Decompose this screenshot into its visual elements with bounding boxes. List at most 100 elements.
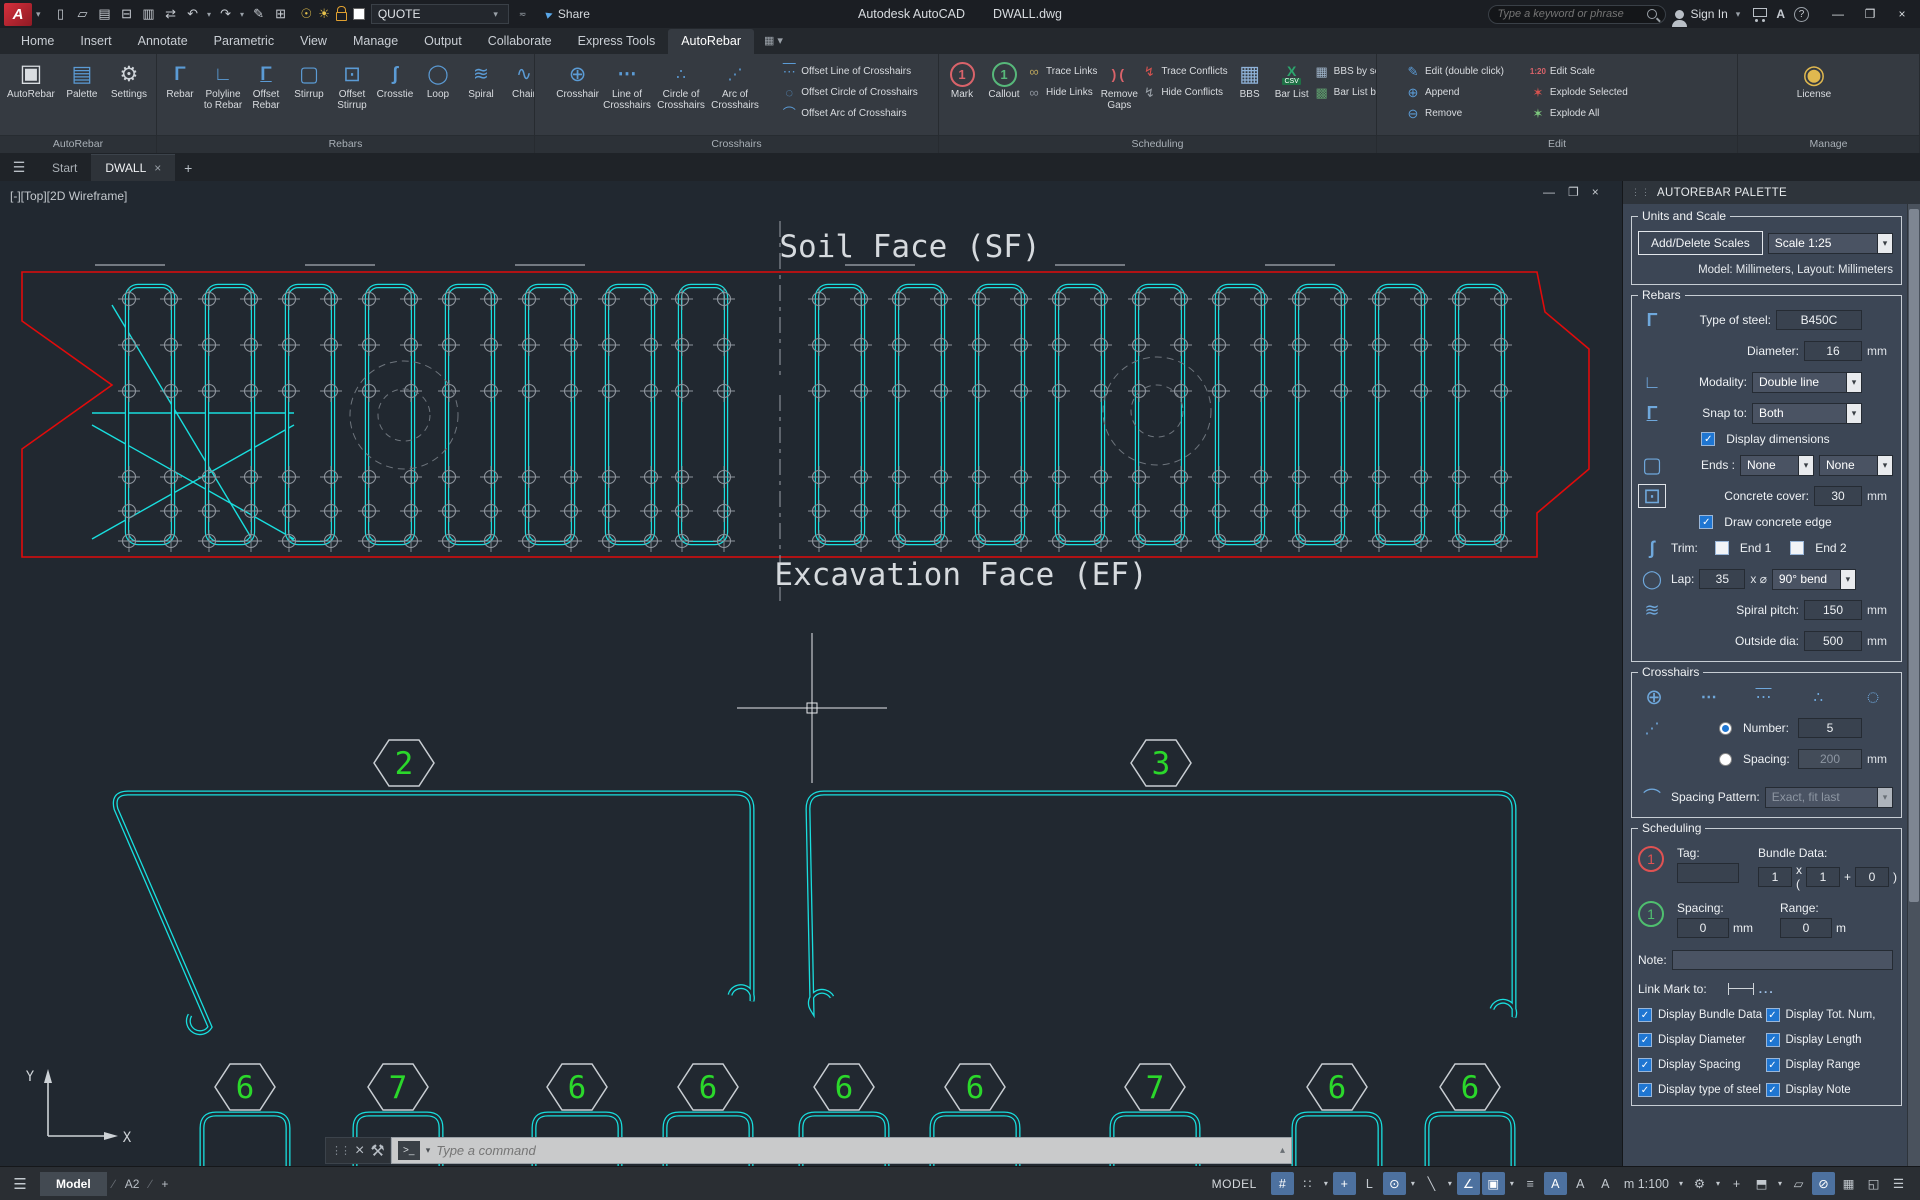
command-line[interactable]: ⋮⋮ × ⚒ >_ ▾ ▴ bbox=[325, 1137, 1292, 1164]
mark-icon[interactable]: 1 bbox=[1638, 846, 1664, 872]
ribbon-button[interactable]: Offset Arc of Crosshairs bbox=[781, 105, 918, 122]
spiral-icon[interactable] bbox=[1638, 598, 1666, 622]
offset-line-of-crosshairs-icon[interactable] bbox=[1750, 685, 1778, 709]
snap-mode-icon[interactable]: ∷ bbox=[1296, 1172, 1319, 1195]
display-option-checkbox[interactable] bbox=[1766, 1083, 1780, 1097]
ribbon-button[interactable]: Rebar bbox=[159, 56, 201, 135]
polar-caret-icon[interactable]: ▾ bbox=[1408, 1172, 1418, 1195]
recent-commands-icon[interactable]: >_ bbox=[398, 1141, 420, 1160]
ribbon-button[interactable]: Explode Selected bbox=[1530, 84, 1628, 101]
display-option-checkbox[interactable] bbox=[1638, 1008, 1652, 1022]
lighting-icon[interactable]: ☉ bbox=[301, 6, 313, 22]
palette-grip-icon[interactable]: ⋮⋮ bbox=[1631, 187, 1651, 198]
offset-stirrup-icon[interactable] bbox=[1638, 484, 1666, 508]
ribbon-button[interactable]: Mark bbox=[941, 56, 983, 135]
schedule-spacing-input[interactable] bbox=[1677, 918, 1729, 938]
ribbon-button[interactable]: Arc of Crosshairs bbox=[708, 56, 762, 135]
isodraft-icon[interactable]: ╲ bbox=[1420, 1172, 1443, 1195]
ribbon-button[interactable]: AutoRebar bbox=[6, 56, 56, 135]
ribbon-button[interactable]: Append bbox=[1405, 84, 1504, 101]
layout-menu-icon[interactable]: ☰ bbox=[0, 1175, 40, 1193]
display-option-checkbox[interactable] bbox=[1638, 1033, 1652, 1047]
object-snap-3d-icon[interactable]: ▣ bbox=[1482, 1172, 1505, 1195]
search-field[interactable] bbox=[1488, 5, 1666, 24]
drag-handle-icon[interactable]: ⋮⋮ bbox=[331, 1144, 349, 1157]
number-input[interactable] bbox=[1798, 718, 1862, 738]
display-option-checkbox[interactable] bbox=[1638, 1058, 1652, 1072]
ribbon-tab[interactable]: View bbox=[287, 29, 340, 54]
isolate-objects-icon[interactable]: ▱ bbox=[1787, 1172, 1810, 1195]
outside-dia-input[interactable] bbox=[1804, 631, 1862, 651]
type-of-steel-input[interactable] bbox=[1776, 310, 1862, 330]
bend-select[interactable]: 90° bend bbox=[1772, 569, 1856, 590]
workspace-caret-icon[interactable]: ▾ bbox=[1713, 1172, 1723, 1195]
autodesk-assistant-icon[interactable]: A bbox=[1776, 7, 1785, 21]
layout-icon[interactable]: ⊞ bbox=[271, 4, 291, 24]
scale-select[interactable]: Scale 1:25 bbox=[1768, 233, 1893, 254]
ribbon-button[interactable]: Loop bbox=[417, 56, 459, 135]
help-icon[interactable]: ? bbox=[1794, 7, 1809, 22]
lineweight-icon[interactable]: ≡ bbox=[1519, 1172, 1542, 1195]
ribbon-button[interactable]: Settings bbox=[108, 56, 150, 135]
ribbon-button[interactable]: Line of Crosshairs bbox=[600, 56, 654, 135]
ribbon-button[interactable]: Edit Scale bbox=[1530, 63, 1628, 80]
ribbon-button[interactable]: Bar List by selection bbox=[1314, 84, 1377, 101]
restore-button[interactable]: ❐ bbox=[1854, 0, 1886, 28]
note-input[interactable] bbox=[1672, 950, 1893, 970]
lap-input[interactable] bbox=[1699, 569, 1745, 589]
ribbon-tab[interactable]: Output bbox=[411, 29, 475, 54]
diameter-input[interactable] bbox=[1804, 341, 1862, 361]
display-option-checkbox[interactable] bbox=[1766, 1058, 1780, 1072]
annotation-scale-control[interactable]: m 1:100 bbox=[1619, 1172, 1674, 1195]
ribbon-tab[interactable]: Express Tools bbox=[565, 29, 669, 54]
new-file-icon[interactable]: ▯ bbox=[51, 4, 71, 24]
ribbon-button[interactable]: Spiral bbox=[460, 56, 502, 135]
line-of-crosshairs-icon[interactable] bbox=[1695, 685, 1723, 709]
new-tab-button[interactable]: + bbox=[175, 155, 201, 181]
crosshair-icon[interactable] bbox=[1640, 685, 1668, 709]
ribbon-tab[interactable]: Home bbox=[8, 29, 67, 54]
loop-icon[interactable] bbox=[1638, 567, 1666, 591]
store-cart-icon[interactable] bbox=[1753, 8, 1767, 17]
display-option-checkbox[interactable] bbox=[1766, 1033, 1780, 1047]
ribbon-button[interactable]: Trace Conflicts bbox=[1141, 63, 1227, 80]
close-command-icon[interactable]: × bbox=[355, 1142, 364, 1160]
scrollbar-thumb[interactable] bbox=[1909, 209, 1919, 902]
cad-drawing[interactable]: Soil Face (SF)Excavation Face (EF)236766… bbox=[0, 181, 1622, 1166]
add-delete-scales-button[interactable]: Add/Delete Scales bbox=[1638, 231, 1763, 255]
polyline-to-rebar-icon[interactable] bbox=[1638, 370, 1666, 394]
ribbon-button[interactable]: BBS bbox=[1229, 56, 1271, 135]
ribbon-button[interactable]: Circle of Crosshairs bbox=[654, 56, 708, 135]
graphics-performance-icon[interactable]: ▦ bbox=[1837, 1172, 1860, 1195]
bundle-count-input[interactable] bbox=[1758, 867, 1792, 887]
stirrup-icon[interactable] bbox=[1638, 453, 1666, 477]
ribbon-button[interactable]: Trace Links bbox=[1026, 63, 1097, 80]
display-option-checkbox[interactable] bbox=[1638, 1083, 1652, 1097]
display-option-checkbox[interactable] bbox=[1766, 1008, 1780, 1022]
ribbon-button[interactable]: Offset Line of Crosshairs bbox=[781, 63, 918, 80]
selection-cycling-icon[interactable]: A bbox=[1544, 1172, 1567, 1195]
hardware-acceleration-icon[interactable]: ⊘ bbox=[1812, 1172, 1835, 1195]
arc-of-crosshairs-icon[interactable] bbox=[1638, 716, 1666, 740]
ribbon-button[interactable]: Bar List bbox=[1271, 56, 1313, 135]
sheet-pencil-icon[interactable]: ✎ bbox=[249, 4, 269, 24]
snap-to-select[interactable]: Both bbox=[1752, 403, 1862, 424]
ribbon-tab[interactable]: Insert bbox=[67, 29, 124, 54]
tab-model[interactable]: Model bbox=[40, 1172, 107, 1196]
search-input[interactable] bbox=[1497, 8, 1647, 20]
model-space-badge[interactable]: MODEL bbox=[1200, 1177, 1269, 1191]
snap-caret-icon[interactable]: ▾ bbox=[1321, 1172, 1331, 1195]
workspace-select[interactable]: QUOTE ▾ bbox=[371, 4, 509, 24]
logo-caret-icon[interactable]: ▾ bbox=[32, 9, 45, 20]
annotation-autoscale-icon[interactable]: A bbox=[1594, 1172, 1617, 1195]
concrete-cover-input[interactable] bbox=[1814, 486, 1862, 506]
bundle-bars-input[interactable] bbox=[1806, 867, 1840, 887]
ribbon-button[interactable]: Stirrup bbox=[288, 56, 330, 135]
scale-caret-icon[interactable]: ▾ bbox=[1676, 1172, 1686, 1195]
workspace-switching-icon[interactable]: ⚙ bbox=[1688, 1172, 1711, 1195]
modality-select[interactable]: Double line bbox=[1752, 372, 1862, 393]
menu-icon[interactable]: ☰ bbox=[0, 153, 38, 181]
ribbon-button[interactable]: Hide Links bbox=[1026, 84, 1097, 101]
ortho-icon[interactable]: L bbox=[1358, 1172, 1381, 1195]
draw-concrete-edge-checkbox[interactable] bbox=[1699, 515, 1713, 529]
